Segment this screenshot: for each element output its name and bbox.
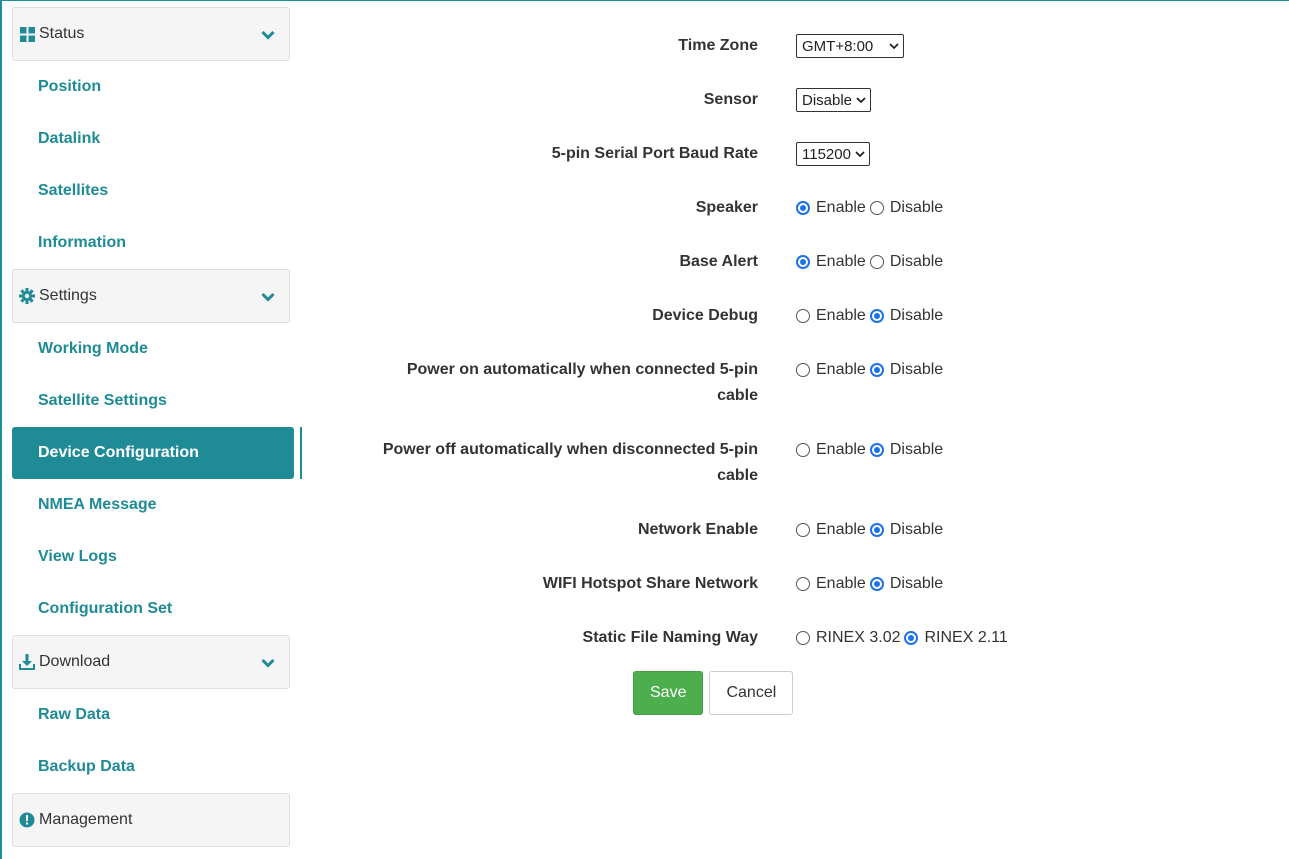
wifi-share-enable-radio[interactable] <box>796 577 810 591</box>
power-on-disable-radio[interactable] <box>869 363 884 377</box>
save-button[interactable]: Save <box>633 671 704 715</box>
device-debug-enable-label: Enable <box>816 307 866 324</box>
base-alert-label: Base Alert <box>679 253 758 270</box>
chevron-down-icon <box>855 151 865 158</box>
base-alert-disable-radio[interactable] <box>869 255 884 269</box>
sidebar-group-settings[interactable]: Settings <box>12 269 290 323</box>
base-alert-disable-label: Disable <box>889 253 944 270</box>
time-zone-label: Time Zone <box>678 37 758 54</box>
network-enable-disable-label: Disable <box>889 521 944 538</box>
sidebar-item-satellite-settings[interactable]: Satellite Settings <box>12 375 290 427</box>
network-enable-enable-radio[interactable] <box>796 523 810 537</box>
network-enable-label: Network Enable <box>637 521 758 538</box>
sidebar-active-wrap: Device Configuration <box>12 427 302 479</box>
power-off-disable-radio[interactable] <box>869 443 884 457</box>
active-indicator <box>300 427 302 479</box>
chevron-down-icon <box>856 97 866 104</box>
sidebar-item-working-mode[interactable]: Working Mode <box>12 323 290 375</box>
cancel-button[interactable]: Cancel <box>709 671 794 715</box>
rinex-211-label: RINEX 2.11 <box>924 629 1008 646</box>
power-off-enable-radio[interactable] <box>796 443 810 457</box>
chevron-down-icon <box>261 289 275 303</box>
sensor-select[interactable]: Disable <box>796 88 872 112</box>
wifi-share-label: WIFI Hotspot Share Network <box>542 575 758 592</box>
device-debug-disable-radio[interactable] <box>869 309 884 323</box>
speaker-label: Speaker <box>695 199 758 216</box>
wifi-share-disable-label: Disable <box>889 575 944 592</box>
baud-rate-value: 115200 <box>802 145 851 163</box>
sidebar-item-satellites[interactable]: Satellites <box>12 165 290 217</box>
sidebar-item-backup-data[interactable]: Backup Data <box>12 741 290 793</box>
sidebar-group-status[interactable]: Status <box>12 7 290 61</box>
baud-rate-label: 5-pin Serial Port Baud Rate <box>551 145 758 162</box>
power-on-enable-label: Enable <box>816 361 866 378</box>
power-on-label-line2: cable <box>717 387 758 404</box>
info-icon <box>19 812 35 828</box>
baud-rate-select[interactable]: 115200 <box>796 142 870 166</box>
wifi-share-disable-radio[interactable] <box>869 577 884 591</box>
chevron-down-icon <box>889 43 899 50</box>
download-icon <box>19 654 35 670</box>
power-off-label: Power off automatically when disconnecte… <box>318 437 758 489</box>
wifi-share-enable-label: Enable <box>816 575 866 592</box>
sidebar-item-datalink[interactable]: Datalink <box>12 113 290 165</box>
grid-icon <box>19 26 35 42</box>
rinex-302-radio[interactable] <box>796 631 810 645</box>
sidebar-item-nmea-message[interactable]: NMEA Message <box>12 479 290 531</box>
speaker-disable-radio[interactable] <box>869 201 884 215</box>
power-off-enable-label: Enable <box>816 441 866 458</box>
sidebar-group-management[interactable]: Management <box>12 793 290 847</box>
sidebar-item-information[interactable]: Information <box>12 217 290 269</box>
power-on-label: Power on automatically when connected 5-… <box>318 357 758 409</box>
power-on-enable-radio[interactable] <box>796 363 810 377</box>
sidebar: Status Position Datalink Satellites Info… <box>12 7 302 847</box>
device-debug-enable-radio[interactable] <box>796 309 810 323</box>
device-debug-disable-label: Disable <box>889 307 944 324</box>
gear-icon <box>19 288 35 304</box>
chevron-down-icon <box>261 27 275 41</box>
sidebar-group-status-label: Status <box>39 25 85 42</box>
sidebar-group-settings-label: Settings <box>39 287 97 304</box>
device-debug-label: Device Debug <box>652 307 758 324</box>
power-off-disable-label: Disable <box>889 441 944 458</box>
static-naming-label: Static File Naming Way <box>582 629 758 646</box>
chevron-down-icon <box>261 655 275 669</box>
time-zone-select[interactable]: GMT+8:00 <box>796 34 905 58</box>
speaker-disable-label: Disable <box>889 199 944 216</box>
base-alert-enable-label: Enable <box>816 253 866 270</box>
network-enable-enable-label: Enable <box>816 521 866 538</box>
network-enable-disable-radio[interactable] <box>869 523 884 537</box>
form-buttons: Save Cancel <box>633 671 794 715</box>
speaker-enable-label: Enable <box>816 199 866 216</box>
sidebar-group-download[interactable]: Download <box>12 635 290 689</box>
sidebar-item-configuration-set[interactable]: Configuration Set <box>12 583 290 635</box>
power-off-label-line1: Power off automatically when disconnecte… <box>382 441 758 458</box>
rinex-211-radio[interactable] <box>904 631 919 645</box>
sidebar-item-raw-data[interactable]: Raw Data <box>12 689 290 741</box>
power-on-disable-label: Disable <box>889 361 944 378</box>
sidebar-item-view-logs[interactable]: View Logs <box>12 531 290 583</box>
sensor-value: Disable <box>802 91 853 109</box>
time-zone-value: GMT+8:00 <box>802 37 874 55</box>
sidebar-group-management-label: Management <box>39 811 133 828</box>
sidebar-item-position[interactable]: Position <box>12 61 290 113</box>
rinex-302-label: RINEX 3.02 <box>816 629 901 646</box>
page-frame: Status Position Datalink Satellites Info… <box>0 0 1289 859</box>
sidebar-group-download-label: Download <box>39 653 111 670</box>
base-alert-enable-radio[interactable] <box>796 255 810 269</box>
sidebar-item-device-configuration[interactable]: Device Configuration <box>12 427 294 479</box>
sensor-label: Sensor <box>703 91 758 108</box>
power-off-label-line2: cable <box>717 467 758 484</box>
power-on-label-line1: Power on automatically when connected 5-… <box>406 361 758 378</box>
speaker-enable-radio[interactable] <box>796 201 810 215</box>
